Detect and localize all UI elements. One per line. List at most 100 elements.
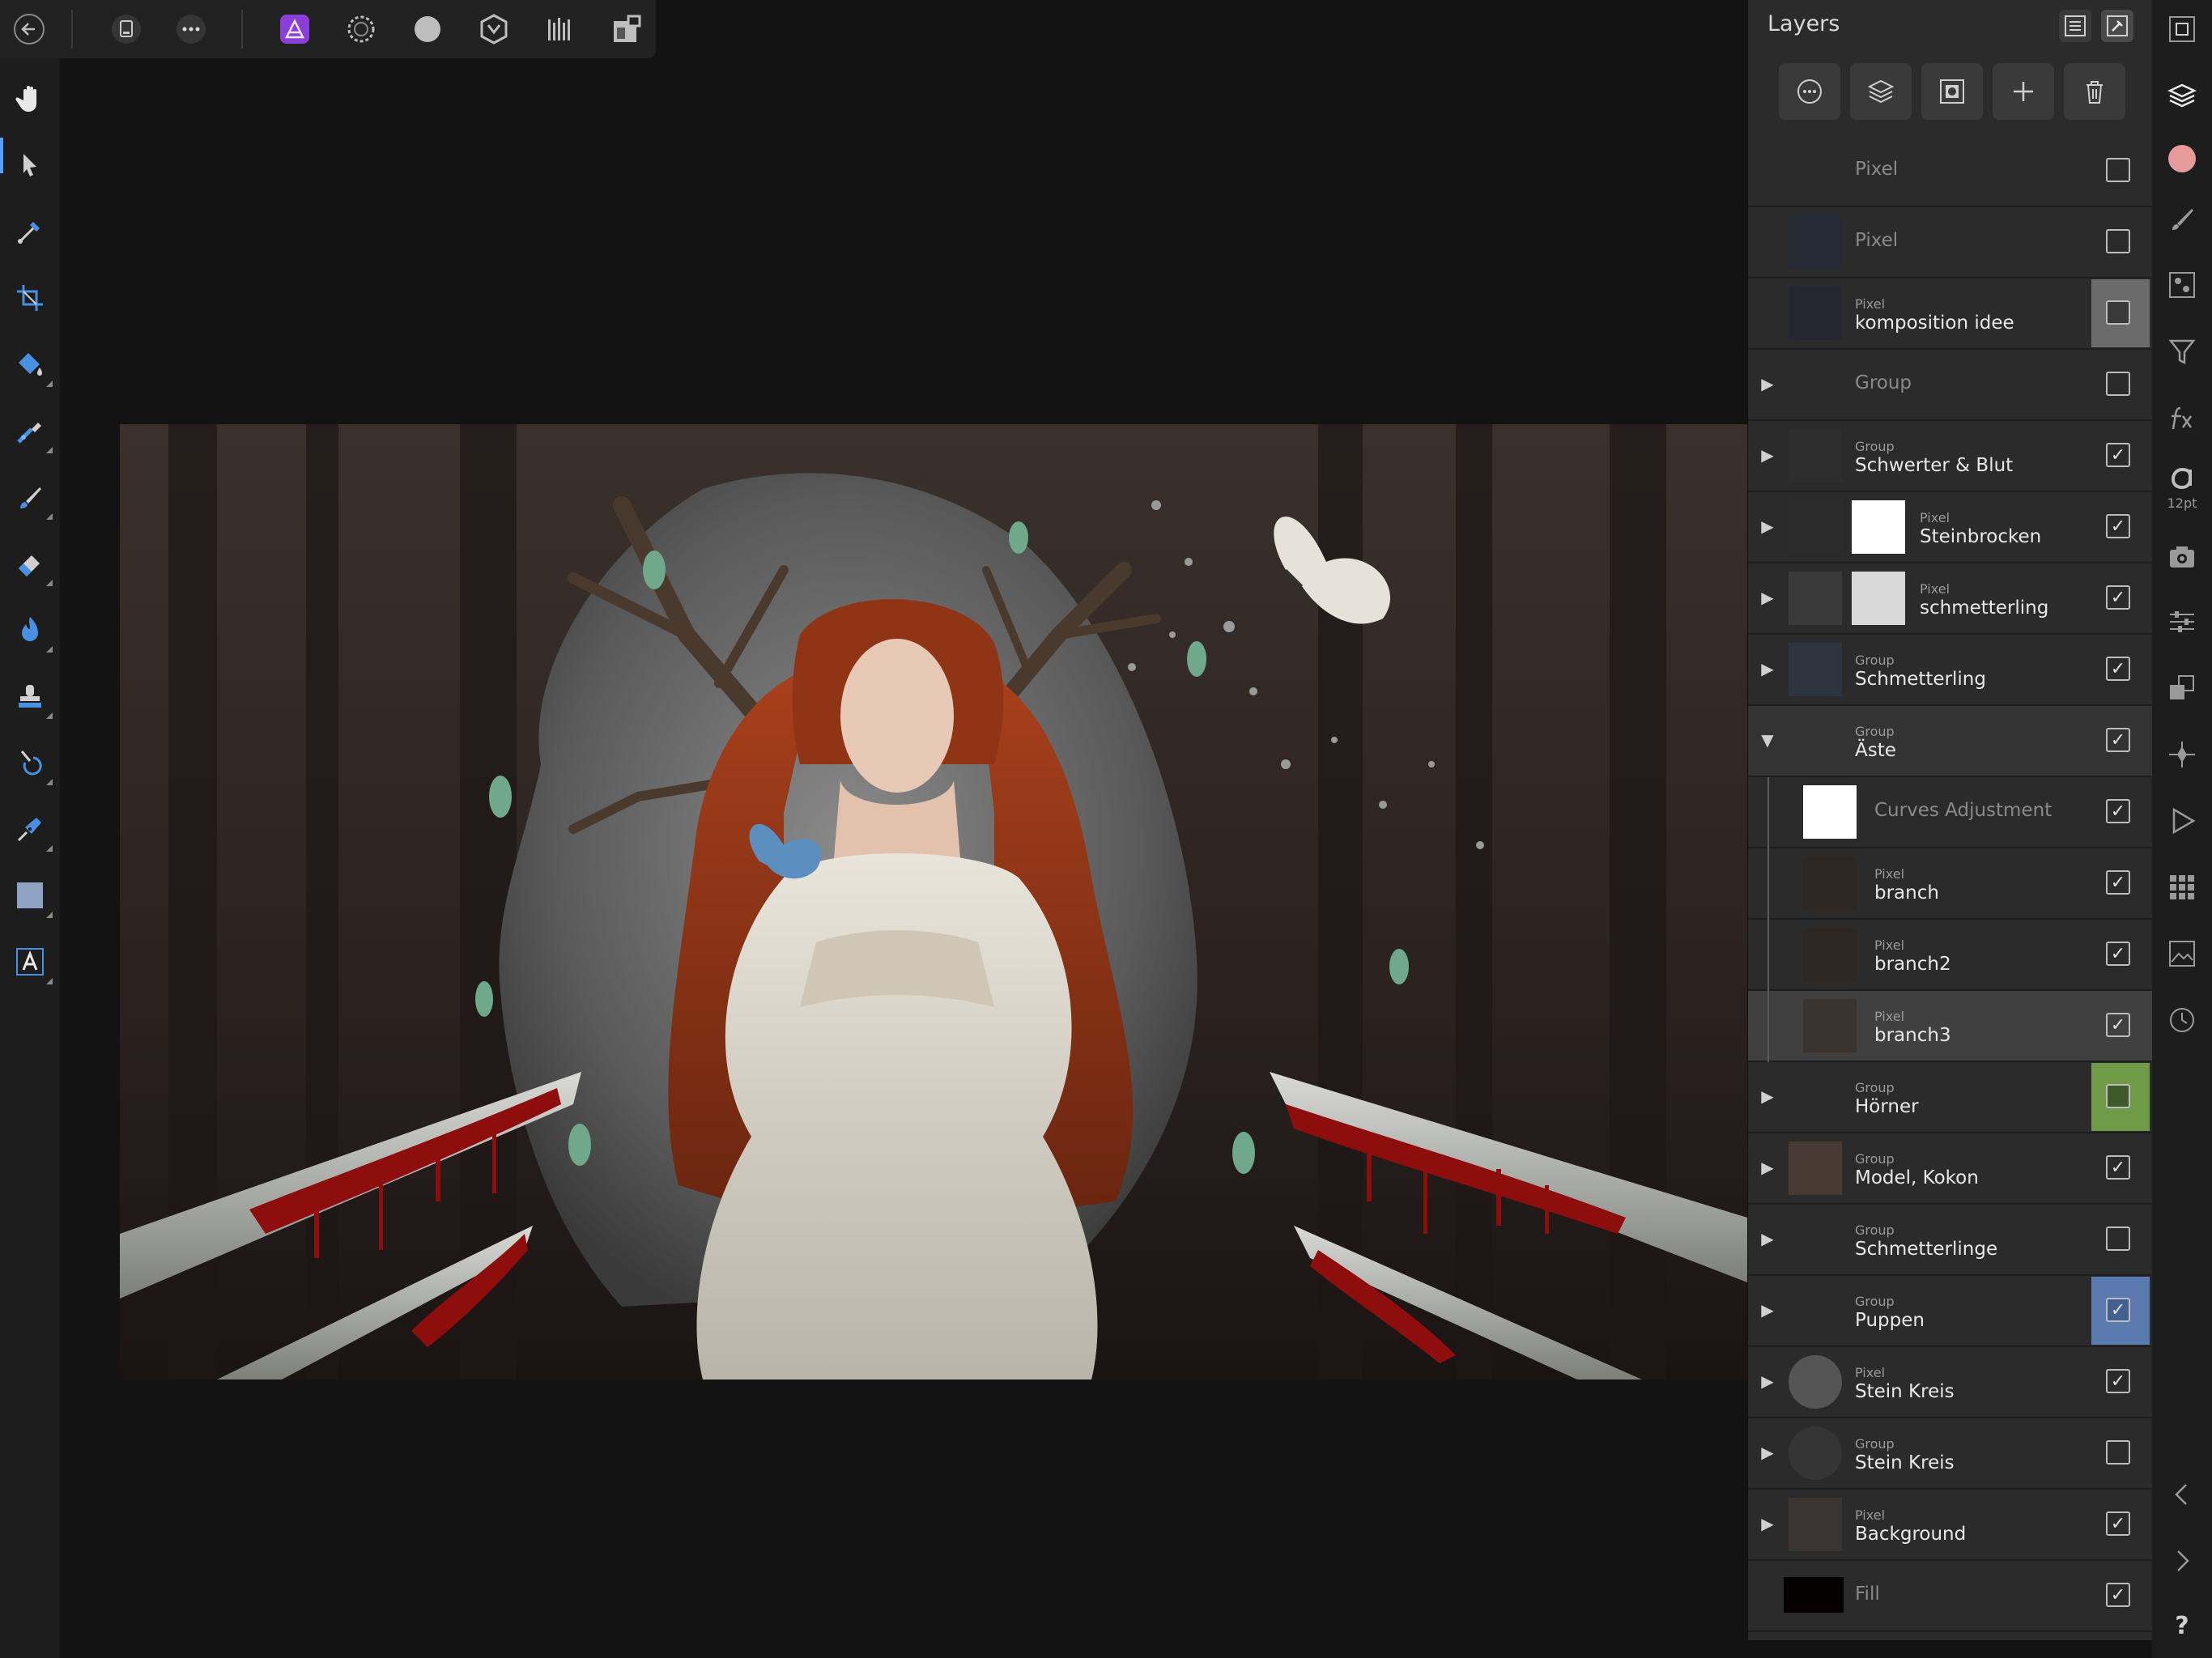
layer-row[interactable]: ▶ Pixel Background ✓ [1748,1490,2153,1561]
disclosure-arrow-icon[interactable]: ▶ [1758,1371,1777,1391]
layer-row[interactable]: Curves Adjustment ✓ [1748,777,2153,848]
layer-row[interactable]: Pixel [1748,207,2153,278]
brushes-icon[interactable] [2164,201,2200,236]
visibility-checkbox[interactable] [2106,229,2130,253]
disclosure-arrow-icon[interactable]: ▶ [1758,517,1777,536]
camera-icon[interactable] [2164,539,2200,575]
layer-row[interactable]: ▶ Group Model, Kokon ✓ [1748,1133,2153,1205]
image-icon[interactable] [2164,936,2200,971]
visibility-checkbox[interactable] [2106,1084,2130,1108]
play-icon[interactable] [2164,803,2200,839]
back-icon[interactable] [13,13,45,45]
add-layer-icon[interactable] [1993,63,2054,120]
previous-icon[interactable] [2164,1477,2200,1512]
layer-row[interactable]: Pixel branch ✓ [1748,848,2153,920]
visibility-checkbox[interactable]: ✓ [2106,942,2130,966]
disclosure-arrow-icon[interactable]: ▶ [1758,1300,1777,1320]
visibility-checkbox[interactable]: ✓ [2106,870,2130,895]
layer-row[interactable]: ▶ Group Schmetterlinge [1748,1205,2153,1276]
erase-tool-icon[interactable] [11,544,53,586]
pen-tool-icon[interactable] [11,810,53,852]
photo-persona-icon[interactable] [279,13,311,45]
layer-row[interactable]: ▶ Group Puppen ✓ [1748,1276,2153,1347]
disclosure-arrow-icon[interactable]: ▼ [1758,730,1777,750]
next-icon[interactable] [2164,1543,2200,1579]
disclosure-arrow-icon[interactable]: ▶ [1758,1158,1777,1177]
navigator-icon[interactable] [2164,11,2200,47]
help-icon[interactable]: ? [2164,1608,2200,1643]
visibility-checkbox[interactable] [2106,1226,2130,1251]
layer-row[interactable]: Fill ✓ [1748,1561,2153,1632]
visibility-checkbox[interactable]: ✓ [2106,1155,2130,1180]
view-tool-icon[interactable] [11,79,49,118]
blemish-removal-tool-icon[interactable] [11,743,53,785]
visibility-checkbox[interactable]: ✓ [2106,657,2130,681]
layer-row[interactable]: ▶ Group Schwerter & Blut ✓ [1748,421,2153,492]
tone-mapping-persona-icon[interactable] [478,13,510,45]
layers-icon[interactable] [2164,78,2200,113]
visibility-checkbox[interactable] [2106,300,2130,325]
visibility-checkbox[interactable]: ✓ [2106,1369,2130,1393]
color-icon[interactable] [2164,141,2200,176]
visibility-checkbox[interactable]: ✓ [2106,1298,2130,1322]
visibility-checkbox[interactable]: ✓ [2106,1583,2130,1607]
transform-icon[interactable] [2164,670,2200,706]
disclosure-arrow-icon[interactable]: ▶ [1758,374,1777,393]
visibility-checkbox[interactable]: ✓ [2106,514,2130,538]
visibility-checkbox[interactable]: ✓ [2106,728,2130,752]
layer-row[interactable]: Pixel branch2 ✓ [1748,920,2153,991]
document-canvas[interactable] [120,424,1747,1380]
filter-icon[interactable] [2164,334,2200,369]
layer-row[interactable]: ▶ Group Stein Kreis [1748,1418,2153,1490]
disclosure-arrow-icon[interactable]: ▶ [1758,445,1777,465]
layer-row[interactable]: ▶ Pixel Stein Kreis ✓ [1748,1347,2153,1418]
adjustments-icon[interactable] [1850,63,1912,120]
layer-row[interactable]: ▶ Pixel Steinbrocken ✓ [1748,492,2153,563]
disclosure-arrow-icon[interactable]: ▶ [1758,1514,1777,1533]
more-icon[interactable] [175,13,207,45]
layer-row[interactable]: Pixel branch3 ✓ [1748,991,2153,1062]
develop-persona-icon[interactable] [411,13,444,45]
visibility-checkbox[interactable] [2106,1440,2130,1465]
flood-fill-tool-icon[interactable] [11,345,53,387]
clone-tool-icon[interactable] [11,677,53,719]
blend-options-icon[interactable] [1779,63,1840,120]
character-icon[interactable] [2164,460,2200,495]
layer-row[interactable]: ▶ Pixel schmetterling ✓ [1748,563,2153,635]
crop-tool-icon[interactable] [11,278,49,317]
visibility-checkbox[interactable]: ✓ [2106,799,2130,823]
visibility-checkbox[interactable] [2106,372,2130,396]
layer-row[interactable]: ▶ Group [1748,350,2153,421]
disclosure-arrow-icon[interactable]: ▶ [1758,659,1777,678]
disclosure-arrow-icon[interactable]: ▶ [1758,588,1777,607]
view-mode-icon[interactable] [610,13,643,45]
paint-mixer-brush-tool-icon[interactable] [11,411,53,453]
move-tool-icon[interactable] [11,146,49,185]
pin-panel-icon[interactable] [2101,10,2133,42]
layer-row[interactable]: ▼ Group Äste ✓ [1748,706,2153,777]
visibility-checkbox[interactable] [2106,158,2130,182]
visibility-checkbox[interactable]: ✓ [2106,585,2130,610]
swatches-grid-icon[interactable] [2164,869,2200,905]
visibility-checkbox[interactable]: ✓ [2106,1511,2130,1536]
channels-icon[interactable] [2164,267,2200,303]
fx-icon[interactable] [2164,400,2200,436]
export-persona-icon[interactable] [544,13,576,45]
text-tool-icon[interactable] [11,942,53,984]
layer-row[interactable]: ▶ Group Schmetterling ✓ [1748,635,2153,706]
delete-icon[interactable] [2064,63,2125,120]
disclosure-arrow-icon[interactable]: ▶ [1758,1229,1777,1248]
panel-menu-icon[interactable] [2059,10,2091,42]
history-icon[interactable] [2164,1002,2200,1038]
mask-icon[interactable] [1921,63,1983,120]
visibility-checkbox[interactable]: ✓ [2106,1013,2130,1037]
disclosure-arrow-icon[interactable]: ▶ [1758,1086,1777,1106]
anchor-icon[interactable] [2164,737,2200,772]
layer-row[interactable]: ▶ Group Hörner [1748,1062,2153,1133]
disclosure-arrow-icon[interactable]: ▶ [1758,1443,1777,1462]
visibility-checkbox[interactable]: ✓ [2106,443,2130,467]
liquify-persona-icon[interactable] [345,13,377,45]
rectangle-tool-icon[interactable] [11,876,53,918]
dodge-tool-icon[interactable] [11,610,53,653]
layer-row[interactable]: Pixel [1748,136,2153,207]
